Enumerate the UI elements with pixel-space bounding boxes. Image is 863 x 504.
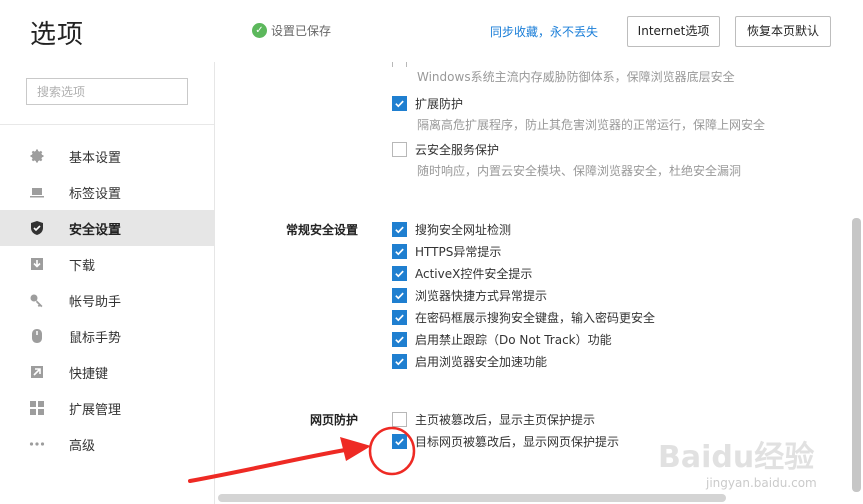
option-secure-keyboard[interactable]: 在密码框展示搜狗安全键盘，输入密码更安全 [392,309,655,326]
checkbox-checked[interactable] [392,288,407,303]
sidebar-item-label: 快捷键 [69,366,109,382]
sync-link[interactable]: 同步收藏，永不丢失 [490,23,598,40]
option-label: 启用禁止跟踪（Do Not Track）功能 [415,333,612,347]
sidebar-item-label: 基本设置 [69,150,122,166]
checkbox-checked[interactable] [392,434,407,449]
option-label: 扩展防护 [415,97,464,111]
vertical-scrollbar[interactable] [852,218,861,492]
sidebar-item-label: 鼠标手势 [69,330,122,346]
option-label: 云安全服务保护 [415,143,500,157]
option-activex-warning[interactable]: ActiveX控件安全提示 [392,265,532,282]
option-label: 目标网页被篡改后，显示网页保护提示 [415,435,620,449]
internet-options-button[interactable]: Internet选项 [627,16,720,47]
option-do-not-track[interactable]: 启用禁止跟踪（Do Not Track）功能 [392,331,612,348]
option-webpage-protection[interactable]: 目标网页被篡改后，显示网页保护提示 [392,433,619,450]
checkbox-checked[interactable] [392,354,407,369]
option-label: 主页被篡改后，显示主页保护提示 [415,413,596,427]
sidebar-item-mouse-gesture[interactable]: 鼠标手势 [0,318,214,354]
watermark-logo: Baidu经验 [658,440,815,475]
sidebar-item-label: 标签设置 [69,186,122,202]
option-security-acceleration[interactable]: 启用浏览器安全加速功能 [392,353,547,370]
option-description: 随时响应，内置云安全模块、保障浏览器安全，杜绝安全漏洞 [417,164,742,178]
option-description: Windows系统主流内存威胁防御体系，保障浏览器底层安全 [417,70,735,84]
option-label: 启用浏览器安全加速功能 [415,355,548,369]
sidebar-item-label: 帐号助手 [69,294,122,310]
option-memory-protection[interactable] [392,62,552,67]
option-shortcut-warning[interactable]: 浏览器快捷方式异常提示 [392,287,547,304]
checkbox-checked[interactable] [392,310,407,325]
sidebar-item-tabs[interactable]: 标签设置 [0,174,214,210]
section-label-general-security: 常规安全设置 [286,223,359,237]
gear-icon [29,148,45,164]
sidebar-item-label: 下载 [69,258,96,274]
key-icon [29,292,45,308]
tab-icon [29,184,45,200]
option-label: 在密码框展示搜狗安全键盘，输入密码更安全 [415,311,656,325]
option-label: 搜狗安全网址检测 [415,223,512,237]
sidebar: 基本设置 标签设置 安全设置 下载 帐号助手 鼠标手势 快捷键 扩展管理 [0,62,215,504]
saved-status: ✓ 设置已保存 [252,22,331,39]
sidebar-item-download[interactable]: 下载 [0,246,214,282]
more-dots-icon [29,436,45,452]
checkbox-checked[interactable] [392,96,407,111]
saved-status-text: 设置已保存 [271,24,332,38]
checkbox-checked[interactable] [392,244,407,259]
sidebar-item-security[interactable]: 安全设置 [0,210,214,246]
option-label: ActiveX控件安全提示 [415,267,533,281]
checkbox-checked[interactable] [392,332,407,347]
sidebar-item-basic[interactable]: 基本设置 [0,138,214,174]
sidebar-item-label: 安全设置 [69,222,122,238]
checkbox[interactable] [392,62,407,67]
option-label: HTTPS异常提示 [415,245,502,259]
watermark-url: jingyan.baidu.com [706,476,817,490]
checkbox[interactable] [392,412,407,427]
shortcut-arrow-icon [29,364,45,380]
option-url-check[interactable]: 搜狗安全网址检测 [392,221,511,238]
sidebar-item-shortcuts[interactable]: 快捷键 [0,354,214,390]
search-input[interactable] [26,78,188,105]
sidebar-item-label: 高级 [69,438,96,454]
page-title: 选项 [30,20,85,50]
option-https-warning[interactable]: HTTPS异常提示 [392,243,501,260]
sidebar-item-advanced[interactable]: 高级 [0,426,214,462]
checkbox-checked[interactable] [392,222,407,237]
checkbox-checked[interactable] [392,266,407,281]
header: 选项 ✓ 设置已保存 同步收藏，永不丢失 Internet选项 恢复本页默认 [0,0,863,62]
option-homepage-protection[interactable]: 主页被篡改后，显示主页保护提示 [392,411,595,428]
sidebar-item-account[interactable]: 帐号助手 [0,282,214,318]
mouse-icon [29,328,45,344]
horizontal-scrollbar[interactable] [218,494,726,502]
download-icon [29,256,45,272]
option-cloud-security[interactable]: 云安全服务保护 [392,141,499,158]
restore-defaults-button[interactable]: 恢复本页默认 [735,16,831,47]
check-circle-icon: ✓ [252,23,267,38]
sidebar-divider [0,124,214,125]
sidebar-nav: 基本设置 标签设置 安全设置 下载 帐号助手 鼠标手势 快捷键 扩展管理 高级 [0,138,214,462]
option-extension-protection[interactable]: 扩展防护 [392,95,463,112]
checkbox[interactable] [392,142,407,157]
extensions-grid-icon [29,400,45,416]
section-label-web-protection: 网页防护 [310,413,359,427]
option-description: 隔离高危扩展程序，防止其危害浏览器的正常运行，保障上网安全 [417,118,766,132]
sidebar-item-extensions[interactable]: 扩展管理 [0,390,214,426]
option-label: 浏览器快捷方式异常提示 [415,289,548,303]
shield-icon [29,220,45,236]
sidebar-item-label: 扩展管理 [69,402,122,418]
